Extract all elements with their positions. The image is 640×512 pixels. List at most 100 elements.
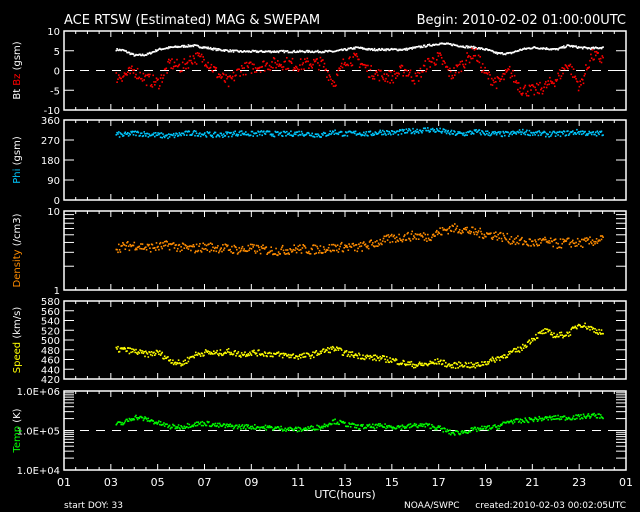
data-point-bz [160, 74, 163, 76]
data-point-phi [495, 132, 497, 134]
data-point-speed [476, 365, 478, 367]
data-point-density [215, 250, 218, 253]
data-point-bz [188, 59, 191, 62]
data-point-density [235, 246, 237, 249]
data-point-phi [462, 134, 464, 136]
data-point-density [491, 238, 494, 240]
data-point-bz [116, 81, 118, 83]
data-point-bz [229, 75, 231, 77]
data-point-density [217, 245, 219, 247]
data-point-speed [501, 355, 504, 357]
data-point-temp [355, 427, 358, 429]
data-point-temp [417, 426, 419, 429]
data-point-density [230, 251, 232, 253]
data-point-bz [311, 67, 313, 69]
data-point-speed [131, 348, 133, 350]
data-point-speed [413, 366, 415, 369]
data-point-speed [356, 354, 359, 357]
data-point-density [249, 247, 251, 250]
data-point-bz [472, 55, 475, 57]
data-point-density [595, 240, 597, 243]
data-point-bz [458, 71, 460, 74]
y-axis-label-part: Speed [12, 342, 23, 373]
data-point-density [387, 234, 390, 236]
data-point-bt [575, 45, 577, 47]
data-point-temp [435, 427, 437, 429]
data-point-phi [554, 135, 557, 137]
data-point-density [187, 248, 190, 250]
data-point-temp [413, 424, 415, 427]
data-point-temp [419, 423, 422, 425]
data-point-bt [229, 49, 231, 51]
data-point-bz [187, 67, 190, 69]
data-point-speed [208, 352, 210, 355]
data-point-phi [285, 135, 287, 137]
data-point-bz [569, 63, 572, 66]
data-point-temp [176, 427, 178, 430]
data-point-bz [269, 69, 272, 71]
data-point-phi [117, 133, 119, 135]
data-point-density [333, 249, 336, 252]
data-point-density [498, 237, 500, 239]
data-point-density [292, 248, 295, 251]
data-point-temp [124, 420, 127, 422]
data-point-temp [563, 415, 566, 417]
data-point-density [252, 246, 254, 248]
data-point-phi [404, 132, 407, 134]
data-point-phi [572, 133, 575, 136]
data-point-bz [601, 55, 604, 57]
data-point-speed [524, 344, 527, 347]
data-point-density [200, 251, 203, 253]
data-point-temp [449, 429, 451, 431]
data-point-density [350, 246, 353, 248]
data-point-bz [351, 64, 354, 66]
data-point-density [386, 234, 388, 237]
x-tick-label: 21 [525, 476, 539, 489]
data-point-bt [423, 44, 426, 47]
data-point-density [208, 250, 211, 253]
data-point-phi [581, 130, 584, 132]
data-point-density [198, 245, 200, 247]
data-point-speed [228, 351, 231, 354]
data-point-temp [246, 425, 249, 428]
data-point-bz [172, 67, 174, 70]
data-point-density [216, 247, 218, 249]
data-point-phi [329, 130, 331, 132]
data-point-temp [171, 426, 173, 429]
data-point-density [404, 234, 406, 236]
data-point-phi [510, 131, 513, 133]
data-point-bz [253, 63, 255, 66]
chart-title: ACE RTSW (Estimated) MAG & SWEPAM [64, 13, 320, 28]
data-point-density [336, 249, 338, 252]
data-point-phi [261, 134, 263, 137]
data-point-density [204, 243, 206, 246]
data-point-speed [272, 355, 274, 358]
data-point-density [455, 227, 458, 230]
data-point-speed [179, 362, 181, 365]
data-point-phi [445, 129, 447, 132]
data-point-bz [396, 75, 399, 77]
data-point-speed [469, 366, 472, 369]
data-point-bz [498, 77, 500, 80]
data-point-phi [221, 134, 223, 136]
data-point-speed [517, 346, 519, 349]
data-point-density [493, 232, 495, 234]
data-point-bz [356, 55, 359, 58]
data-point-phi [525, 131, 527, 133]
data-point-bz [469, 56, 472, 58]
data-point-temp [405, 426, 408, 429]
x-tick-label: 23 [572, 476, 586, 489]
data-point-temp [447, 430, 449, 432]
data-point-density [539, 238, 541, 240]
data-point-temp [577, 414, 580, 416]
data-point-density [465, 229, 468, 231]
data-point-bz [595, 50, 598, 53]
data-point-bt [132, 53, 135, 55]
data-point-temp [152, 420, 154, 422]
data-point-bz [572, 76, 574, 78]
data-point-speed [318, 353, 321, 355]
data-point-density [464, 227, 467, 229]
data-point-temp [552, 418, 554, 420]
data-point-density [133, 241, 136, 244]
data-point-phi [399, 129, 402, 132]
